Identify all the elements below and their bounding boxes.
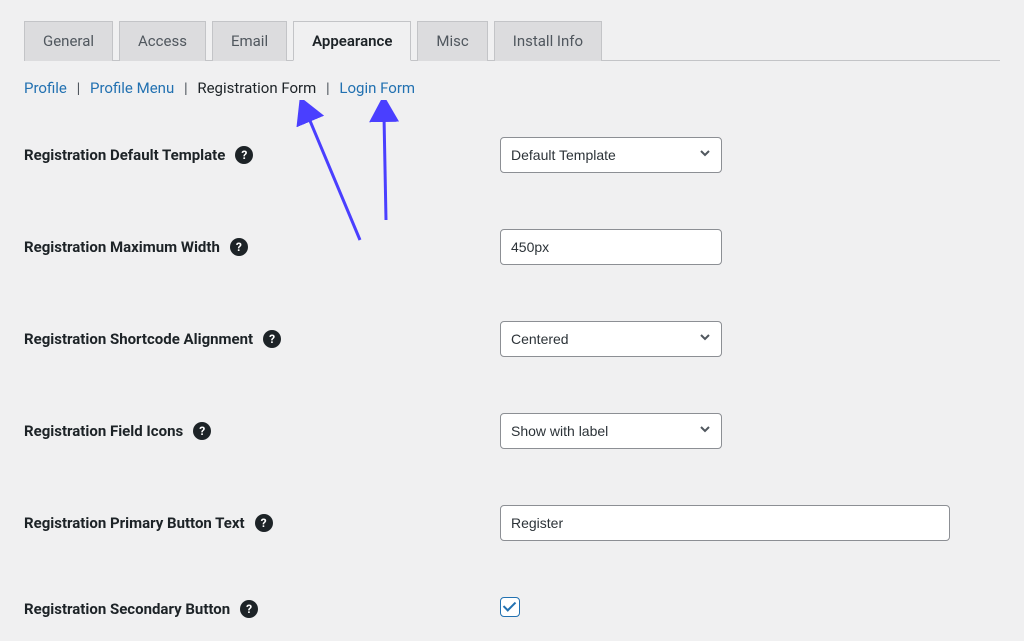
- appearance-subnav: Profile | Profile Menu | Registration Fo…: [24, 79, 1000, 97]
- help-icon[interactable]: ?: [263, 330, 281, 348]
- label-secondary-button: Registration Secondary Button ?: [24, 600, 500, 618]
- help-icon[interactable]: ?: [193, 422, 211, 440]
- control-shortcode-alignment: Centered: [500, 321, 722, 357]
- control-secondary-button: [500, 597, 520, 621]
- subnav-profile-menu[interactable]: Profile Menu: [90, 79, 174, 97]
- subnav-separator: |: [77, 79, 81, 97]
- label-default-template: Registration Default Template ?: [24, 146, 500, 164]
- control-primary-button-text: [500, 505, 950, 541]
- label-shortcode-alignment: Registration Shortcode Alignment ?: [24, 330, 500, 348]
- control-field-icons: Show with label: [500, 413, 722, 449]
- control-default-template: Default Template: [500, 137, 722, 173]
- subnav-profile[interactable]: Profile: [24, 79, 67, 97]
- input-max-width[interactable]: [500, 229, 722, 265]
- input-primary-button-text[interactable]: [500, 505, 950, 541]
- subnav-separator: |: [184, 79, 188, 97]
- help-icon[interactable]: ?: [230, 238, 248, 256]
- tab-misc[interactable]: Misc: [417, 21, 487, 61]
- subnav-separator: |: [326, 79, 330, 97]
- label-field-icons: Registration Field Icons ?: [24, 422, 500, 440]
- subnav-login-form[interactable]: Login Form: [339, 79, 415, 97]
- help-icon[interactable]: ?: [255, 514, 273, 532]
- select-shortcode-alignment[interactable]: Centered: [500, 321, 722, 357]
- field-field-icons: Registration Field Icons ? Show with lab…: [24, 413, 1000, 449]
- tab-install-info[interactable]: Install Info: [494, 21, 602, 61]
- label-primary-button-text: Registration Primary Button Text ?: [24, 514, 500, 532]
- label-text: Registration Shortcode Alignment: [24, 330, 253, 348]
- label-text: Registration Maximum Width: [24, 238, 220, 256]
- tab-appearance[interactable]: Appearance: [293, 21, 411, 61]
- subnav-registration-form[interactable]: Registration Form: [197, 79, 316, 97]
- label-text: Registration Default Template: [24, 146, 225, 164]
- label-text: Registration Secondary Button: [24, 600, 230, 618]
- select-default-template[interactable]: Default Template: [500, 137, 722, 173]
- label-text: Registration Field Icons: [24, 422, 183, 440]
- field-secondary-button: Registration Secondary Button ?: [24, 597, 1000, 621]
- field-shortcode-alignment: Registration Shortcode Alignment ? Cente…: [24, 321, 1000, 357]
- tab-general[interactable]: General: [24, 21, 113, 61]
- tab-access[interactable]: Access: [119, 21, 206, 61]
- select-field-icons[interactable]: Show with label: [500, 413, 722, 449]
- label-text: Registration Primary Button Text: [24, 514, 245, 532]
- label-max-width: Registration Maximum Width ?: [24, 238, 500, 256]
- field-max-width: Registration Maximum Width ?: [24, 229, 1000, 265]
- tab-email[interactable]: Email: [212, 21, 287, 61]
- help-icon[interactable]: ?: [240, 600, 258, 618]
- checkbox-secondary-button[interactable]: [500, 597, 520, 617]
- field-default-template: Registration Default Template ? Default …: [24, 137, 1000, 173]
- help-icon[interactable]: ?: [235, 146, 253, 164]
- field-primary-button-text: Registration Primary Button Text ?: [24, 505, 1000, 541]
- settings-tabs: General Access Email Appearance Misc Ins…: [24, 20, 1000, 61]
- control-max-width: [500, 229, 722, 265]
